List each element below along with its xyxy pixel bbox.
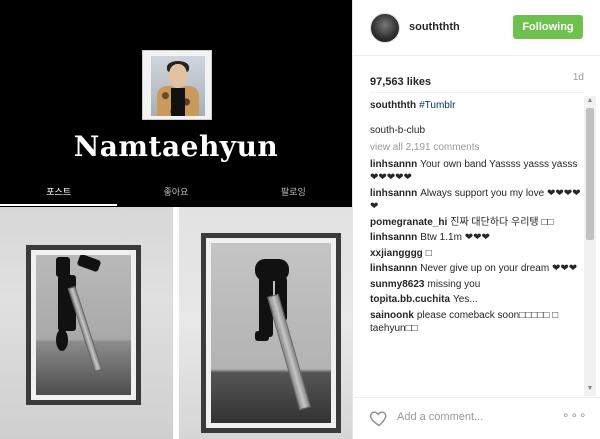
tab-posts: 포스트 bbox=[0, 180, 118, 206]
picture-frame bbox=[26, 245, 141, 405]
more-options-icon[interactable]: ∘∘∘ bbox=[562, 408, 588, 422]
comment-username[interactable]: linhsannn bbox=[370, 263, 417, 274]
gallery-photo-left bbox=[0, 207, 173, 439]
comment: sainoonk please comeback soon□□□□□ □ taeh… bbox=[370, 309, 582, 336]
comment-text: □ bbox=[425, 247, 432, 259]
frame-mat bbox=[206, 238, 336, 428]
profile-name: Namtaehyun bbox=[73, 130, 279, 163]
post-photo[interactable]: Namtaehyun 포스트 좋아요 팔로잉 bbox=[0, 0, 352, 439]
comment: linhsannn Your own band Yassss yasss yass… bbox=[370, 158, 582, 185]
likes-separator bbox=[370, 92, 584, 93]
caption-hashtag[interactable]: #Tumblr bbox=[419, 100, 455, 111]
gallery-photo-right bbox=[179, 207, 352, 439]
user-avatar[interactable] bbox=[370, 13, 400, 43]
caption: souththth #Tumblr bbox=[370, 99, 582, 113]
scroll-up-arrow-icon[interactable]: ▲ bbox=[584, 96, 596, 106]
scrollbar-thumb[interactable] bbox=[586, 108, 594, 240]
comment-text: Never give up on your dream ❤❤❤ bbox=[420, 263, 578, 274]
post-header: souththth Following bbox=[353, 0, 600, 56]
likes-row: 97,563 likes 1d bbox=[370, 72, 584, 88]
likes-count[interactable]: 97,563 likes bbox=[370, 76, 431, 88]
comment-username[interactable]: sainoonk bbox=[370, 310, 414, 321]
comment-text: 진짜 대단하다 우리탱 □□ bbox=[450, 216, 554, 228]
heart-icon[interactable] bbox=[369, 408, 389, 428]
comment-username[interactable]: linhsannn bbox=[370, 159, 417, 170]
figure-head bbox=[56, 329, 68, 351]
caption-extra: south-b-club bbox=[370, 124, 426, 136]
comment-text: missing you bbox=[427, 278, 481, 290]
figure-feet bbox=[76, 255, 102, 273]
comment-username[interactable]: linhsannn bbox=[370, 232, 417, 243]
comment-username[interactable]: xxjiangggg bbox=[370, 248, 423, 259]
comment: topita.bb.cuchita Yes... bbox=[370, 293, 582, 307]
tab-following: 팔로잉 bbox=[280, 187, 306, 197]
comment-list[interactable]: souththth #Tumblr south-b-club view all 2… bbox=[370, 99, 582, 389]
tab-likes: 좋아요 bbox=[163, 187, 189, 197]
comment-username[interactable]: sunmy8623 bbox=[370, 279, 424, 290]
black-shirt bbox=[171, 88, 185, 116]
caption-username[interactable]: souththth bbox=[370, 100, 416, 111]
comment-text: Yes... bbox=[453, 294, 478, 305]
comment: linhsannn Always support you my love ❤❤❤❤… bbox=[370, 187, 582, 214]
comment-footer: Add a comment... ∘∘∘ bbox=[352, 397, 600, 439]
profile-picture bbox=[142, 50, 212, 120]
comment-username[interactable]: pomegranate_hi bbox=[370, 217, 447, 228]
profile-screenshot: Namtaehyun 포스트 좋아요 팔로잉 bbox=[0, 0, 352, 206]
comment: xxjiangggg □ bbox=[370, 247, 582, 261]
comment-username[interactable]: topita.bb.cuchita bbox=[370, 294, 450, 305]
profile-tabs: 포스트 좋아요 팔로잉 bbox=[0, 180, 352, 206]
post-username[interactable]: souththth bbox=[409, 21, 460, 33]
comment: linhsannn Never give up on your dream ❤❤❤ bbox=[370, 262, 582, 276]
frame-mat bbox=[31, 250, 136, 400]
post-sidebar: souththth Following 97,563 likes 1d sout… bbox=[352, 0, 600, 439]
wooden-beam bbox=[266, 293, 312, 411]
picture-frame bbox=[201, 233, 341, 433]
artwork bbox=[36, 255, 131, 395]
comment: linhsannn Btw 1.1m ❤❤❤ bbox=[370, 231, 582, 245]
portrait-image bbox=[151, 56, 205, 116]
view-all-comments-link[interactable]: view all 2,191 comments bbox=[370, 141, 582, 155]
comment-text: Btw 1.1m ❤❤❤ bbox=[420, 232, 490, 243]
following-button[interactable]: Following bbox=[513, 15, 583, 39]
comment: pomegranate_hi 진짜 대단하다 우리탱 □□ bbox=[370, 216, 582, 230]
scroll-down-arrow-icon[interactable]: ▼ bbox=[584, 384, 596, 394]
comment-username[interactable]: linhsannn bbox=[370, 188, 417, 199]
face bbox=[169, 64, 187, 88]
post-age[interactable]: 1d bbox=[573, 72, 584, 83]
add-comment-input[interactable]: Add a comment... bbox=[397, 411, 483, 423]
comment: sunmy8623 missing you bbox=[370, 278, 582, 292]
artwork bbox=[211, 243, 331, 423]
figure-legs bbox=[56, 257, 70, 277]
figure-foot bbox=[255, 331, 269, 341]
